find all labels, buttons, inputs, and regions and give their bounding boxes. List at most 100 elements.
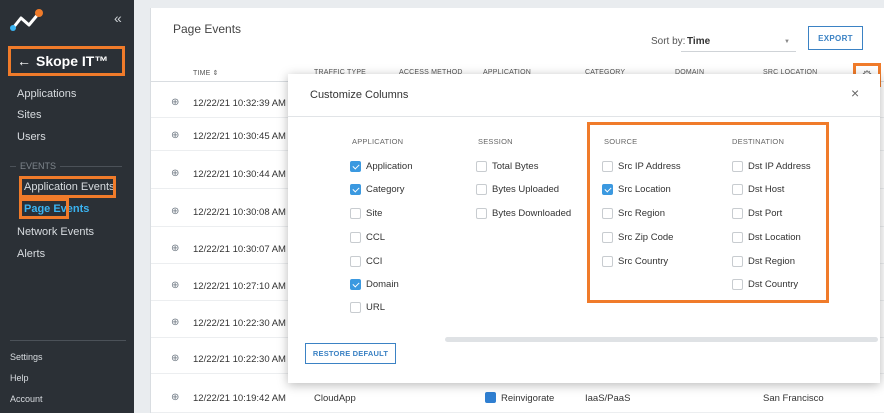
option-bytes-downloaded[interactable]: Bytes Downloaded (476, 208, 571, 219)
sidebar-item-users[interactable]: Users (17, 131, 46, 143)
restore-default-button[interactable]: RESTORE DEFAULT (305, 343, 396, 364)
option-src-ip-address[interactable]: Src IP Address (602, 161, 681, 172)
group-heading-destination: DESTINATION (732, 137, 785, 146)
checkbox[interactable] (732, 208, 743, 219)
close-icon[interactable]: × (851, 85, 859, 101)
chevron-down-icon: ▼ (784, 39, 790, 45)
checkbox[interactable] (732, 161, 743, 172)
collapse-sidebar-icon[interactable]: « (114, 10, 122, 26)
column-header-time[interactable]: TIME ⇕ (193, 69, 219, 77)
option-dst-port[interactable]: Dst Port (732, 208, 782, 219)
zoom-in-icon[interactable]: ⊕ (171, 392, 179, 403)
option-label: Bytes Downloaded (492, 208, 572, 219)
checkbox[interactable] (476, 208, 487, 219)
checkbox[interactable] (350, 208, 361, 219)
customize-columns-modal: Customize Columns × APPLICATION Applicat… (288, 74, 880, 383)
checkbox[interactable] (732, 232, 743, 243)
option-dst-country[interactable]: Dst Country (732, 279, 798, 290)
option-application[interactable]: Application (350, 161, 412, 172)
row-category: IaaS/PaaS (585, 393, 631, 404)
checkbox[interactable] (602, 161, 613, 172)
checkbox[interactable] (350, 232, 361, 243)
option-src-zip-code[interactable]: Src Zip Code (602, 232, 673, 243)
table-row[interactable]: ⊕ 12/22/21 10:19:42 AM CloudApp Reinvigo… (151, 383, 884, 413)
checkbox[interactable] (732, 256, 743, 267)
app-title-back-button[interactable]: ← Skope IT™ (8, 46, 125, 76)
horizontal-scrollbar[interactable] (445, 337, 878, 342)
checkbox[interactable] (350, 161, 361, 172)
option-label: Dst IP Address (748, 161, 811, 172)
option-dst-region[interactable]: Dst Region (732, 256, 795, 267)
zoom-in-icon[interactable]: ⊕ (171, 243, 179, 254)
sidebar-item-sites[interactable]: Sites (17, 109, 41, 121)
sidebar-item-account[interactable]: Account (10, 394, 43, 404)
option-label: Domain (366, 279, 399, 290)
checkbox[interactable] (350, 184, 361, 195)
option-label: URL (366, 302, 386, 313)
option-label: Src IP Address (618, 161, 681, 172)
option-src-location[interactable]: Src Location (602, 184, 671, 195)
checkbox[interactable] (350, 279, 361, 290)
sidebar-item-network-events[interactable]: Network Events (17, 226, 94, 238)
checkbox[interactable] (602, 232, 613, 243)
option-label: Dst Port (748, 208, 783, 219)
sidebar-divider (10, 340, 126, 341)
back-arrow-icon: ← (17, 53, 31, 69)
export-button[interactable]: EXPORT (808, 26, 863, 50)
sidebar-item-settings[interactable]: Settings (10, 352, 43, 362)
checkbox[interactable] (350, 256, 361, 267)
page-title: Page Events (173, 22, 242, 36)
option-label: Src Region (618, 208, 665, 219)
checkbox[interactable] (476, 184, 487, 195)
option-label: Application (366, 161, 413, 172)
option-dst-ip-address[interactable]: Dst IP Address (732, 161, 811, 172)
section-line-left (10, 165, 16, 167)
option-site[interactable]: Site (350, 208, 382, 219)
zoom-in-icon[interactable]: ⊕ (171, 97, 179, 108)
checkbox[interactable] (476, 161, 487, 172)
row-time: 12/22/21 10:30:07 AM (193, 244, 286, 255)
highlight-page-events (19, 198, 69, 219)
zoom-in-icon[interactable]: ⊕ (171, 317, 179, 328)
option-src-country[interactable]: Src Country (602, 256, 668, 267)
checkbox[interactable] (732, 184, 743, 195)
option-dst-host[interactable]: Dst Host (732, 184, 784, 195)
checkbox[interactable] (350, 302, 361, 313)
option-label: Total Bytes (492, 161, 539, 172)
option-domain[interactable]: Domain (350, 279, 399, 290)
option-label: CCI (366, 256, 383, 267)
sort-by-select[interactable]: Time ▼ (681, 30, 796, 52)
row-application: Reinvigorate (501, 393, 555, 404)
option-dst-location[interactable]: Dst Location (732, 232, 801, 243)
checkbox[interactable] (732, 279, 743, 290)
option-bytes-uploaded[interactable]: Bytes Uploaded (476, 184, 559, 195)
checkbox[interactable] (602, 256, 613, 267)
option-label: Src Country (618, 256, 669, 267)
zoom-in-icon[interactable]: ⊕ (171, 206, 179, 217)
modal-title: Customize Columns (310, 89, 409, 101)
highlight-application-events (19, 176, 116, 198)
sidebar-item-applications[interactable]: Applications (17, 88, 76, 100)
row-time: 12/22/21 10:30:08 AM (193, 207, 286, 218)
option-label: Dst Location (748, 232, 801, 243)
option-total-bytes[interactable]: Total Bytes (476, 161, 538, 172)
zoom-in-icon[interactable]: ⊕ (171, 280, 179, 291)
option-label: Category (366, 184, 405, 195)
zoom-in-icon[interactable]: ⊕ (171, 353, 179, 364)
zoom-in-icon[interactable]: ⊕ (171, 168, 179, 179)
checkbox[interactable] (602, 208, 613, 219)
netskope-logo-icon[interactable] (10, 8, 44, 32)
group-heading-session: SESSION (478, 137, 513, 146)
option-src-region[interactable]: Src Region (602, 208, 665, 219)
sidebar-item-help[interactable]: Help (10, 373, 29, 383)
option-category[interactable]: Category (350, 184, 405, 195)
sidebar-item-alerts[interactable]: Alerts (17, 248, 45, 260)
option-url[interactable]: URL (350, 302, 385, 313)
group-heading-source: SOURCE (604, 137, 638, 146)
checkbox[interactable] (602, 184, 613, 195)
option-cci[interactable]: CCI (350, 256, 382, 267)
app-logo-icon (485, 392, 496, 403)
option-ccl[interactable]: CCL (350, 232, 385, 243)
zoom-in-icon[interactable]: ⊕ (171, 130, 179, 141)
row-time: 12/22/21 10:19:42 AM (193, 393, 286, 404)
